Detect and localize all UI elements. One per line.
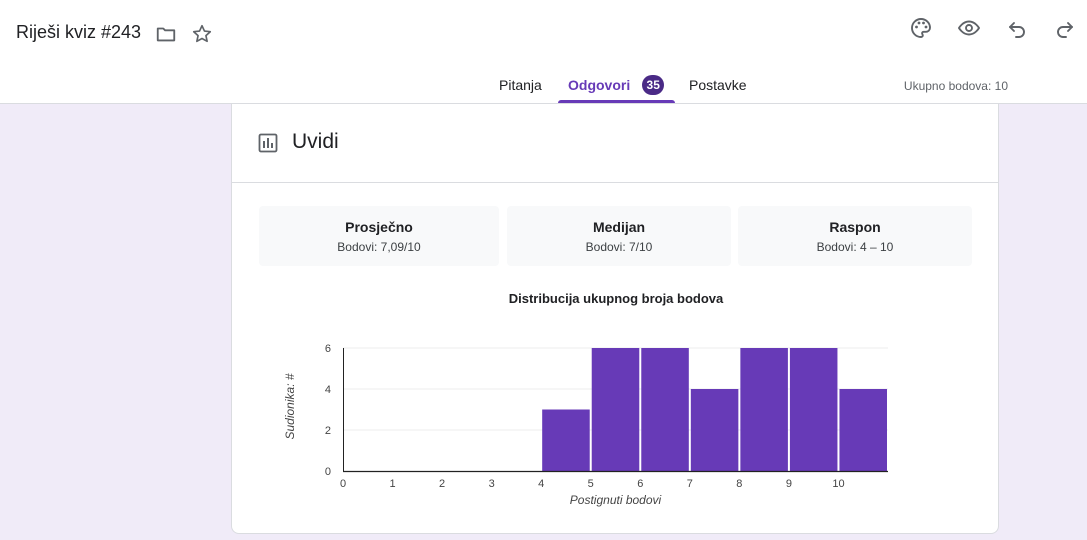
x-tick-label: 5	[588, 478, 594, 490]
insights-title: Uvidi	[292, 130, 339, 153]
x-tick-label: 1	[389, 478, 395, 490]
active-tab-indicator	[558, 100, 675, 103]
stat-value: Bodovi: 7/10	[585, 240, 653, 254]
x-tick-label: 6	[637, 478, 643, 490]
tab-settings[interactable]: Postavke	[689, 66, 747, 104]
x-tick-label: 0	[340, 478, 346, 490]
stat-value: Bodovi: 7,09/10	[337, 240, 421, 254]
folder-icon[interactable]	[152, 20, 180, 48]
x-axis-label: Postignuti bodovi	[570, 493, 662, 507]
form-title[interactable]: Riješi kviz #243	[16, 22, 141, 43]
chart-bar	[740, 348, 788, 471]
star-icon[interactable]	[188, 20, 216, 48]
stat-label: Prosječno	[345, 219, 413, 235]
y-tick-label: 4	[325, 384, 331, 396]
tab-label: Pitanja	[499, 77, 542, 93]
top-bar: Riješi kviz #243 Pitanja Odgovori 35 Pos…	[0, 0, 1087, 104]
chart-bar	[789, 348, 838, 471]
score-distribution-chart: 0 2 4 6 0 1 2 3 4 5 6 7 8 9 10 Postignuti bodovi Sudioni…	[283, 343, 888, 507]
tab-label: Postavke	[689, 77, 747, 93]
tab-questions[interactable]: Pitanja	[499, 66, 542, 104]
x-tick-label: 9	[786, 478, 792, 490]
y-axis-label: Sudionika: #	[283, 373, 297, 439]
undo-icon[interactable]	[1003, 14, 1031, 42]
x-tick-label: 4	[538, 478, 544, 490]
x-tick-label: 3	[489, 478, 495, 490]
x-tick-label: 8	[736, 478, 742, 490]
chart-bar	[690, 389, 739, 471]
chart-bar	[542, 409, 590, 471]
insights-header: Uvidi	[232, 104, 998, 183]
chart-title: Distribucija ukupnog broja bodova	[508, 291, 724, 306]
x-tick-label: 10	[832, 478, 844, 490]
stat-median: Medijan Bodovi: 7/10	[507, 206, 731, 266]
insights-card: Uvidi Prosječno Bodovi: 7,09/10 Medijan …	[231, 104, 999, 534]
y-tick-label: 6	[325, 343, 331, 355]
tab-responses[interactable]: Odgovori 35	[568, 66, 665, 104]
insights-chart-icon	[258, 133, 278, 158]
total-points: Ukupno bodova: 10	[903, 79, 1008, 93]
chart-bar	[641, 348, 689, 471]
redo-icon[interactable]	[1051, 14, 1079, 42]
y-tick-label: 2	[325, 425, 331, 437]
chart-bar	[591, 348, 640, 471]
stat-average: Prosječno Bodovi: 7,09/10	[259, 206, 499, 266]
chart-bar	[839, 389, 887, 471]
response-count-badge: 35	[642, 75, 665, 95]
eye-icon[interactable]	[955, 14, 983, 42]
stat-label: Raspon	[829, 219, 881, 235]
x-tick-label: 7	[687, 478, 693, 490]
tab-label: Odgovori	[568, 77, 631, 93]
palette-icon[interactable]	[907, 14, 935, 42]
stat-label: Medijan	[592, 219, 646, 235]
stat-range: Raspon Bodovi: 4 – 10	[738, 206, 972, 266]
x-tick-label: 2	[439, 478, 445, 490]
stat-value: Bodovi: 4 – 10	[816, 240, 894, 254]
y-tick-label: 0	[325, 466, 331, 478]
